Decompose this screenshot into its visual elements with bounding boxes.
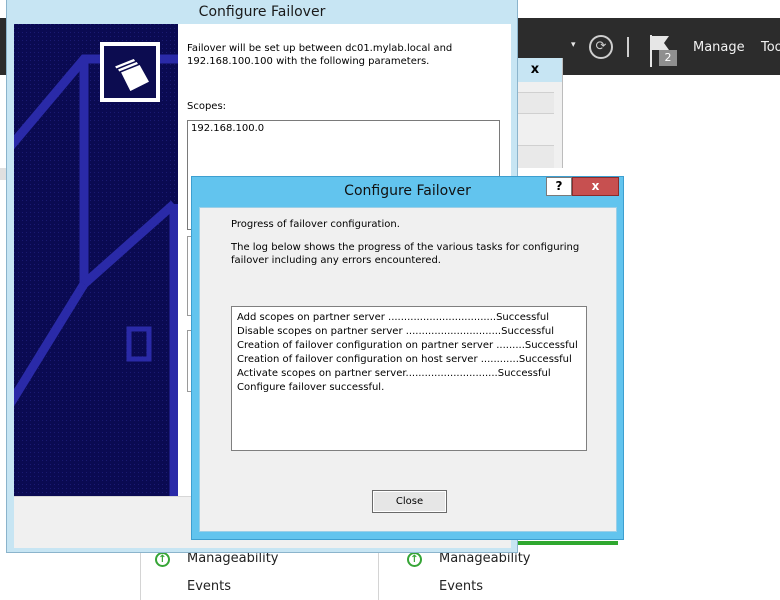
tile-manageability-link[interactable]: Manageability — [187, 551, 278, 566]
log-entry: Add scopes on partner server ...........… — [237, 312, 549, 323]
progress-heading: Progress of failover configuration. — [231, 219, 400, 230]
background-window-row — [518, 92, 554, 114]
close-button[interactable]: Close — [372, 490, 447, 513]
manageability-ok-icon: ↑ — [155, 552, 170, 567]
tile-events-link[interactable]: Events — [439, 579, 483, 594]
tile-manageability-link[interactable]: Manageability — [439, 551, 530, 566]
scopes-label: Scopes: — [187, 101, 227, 112]
progress-log-entries: Add scopes on partner server ...........… — [237, 311, 578, 395]
navigation-dropdown-arrow-icon[interactable]: ▾ — [571, 40, 576, 50]
background-window-close-button[interactable]: x — [520, 61, 550, 79]
wizard-title: Configure Failover — [198, 4, 326, 20]
background-window-fragment — [0, 146, 6, 160]
notification-count-badge: 2 — [659, 50, 677, 66]
log-entry: Activate scopes on partner server.......… — [237, 368, 551, 379]
tools-menu[interactable]: Too — [761, 40, 780, 55]
log-entry: Configure failover successful. — [237, 382, 385, 393]
tile-events-link[interactable]: Events — [187, 579, 231, 594]
log-entry: Creation of failover configuration on ho… — [237, 354, 572, 365]
log-entry: Creation of failover configuration on pa… — [237, 340, 578, 351]
background-window-fragment — [0, 168, 6, 180]
toolbar-separator — [627, 37, 629, 57]
close-window-button[interactable]: x — [572, 177, 619, 196]
help-button[interactable]: ? — [546, 177, 572, 196]
manage-menu[interactable]: Manage — [693, 40, 745, 55]
background-window-row — [518, 145, 554, 168]
folders-icon — [104, 46, 156, 98]
wizard-intro-text: Failover will be set up between dc01.myl… — [187, 43, 453, 67]
refresh-icon[interactable]: ⟳ — [589, 35, 613, 59]
manageability-ok-icon: ↑ — [407, 552, 422, 567]
scope-list-item[interactable]: 192.168.100.0 — [191, 123, 264, 134]
log-entry: Disable scopes on partner server .......… — [237, 326, 554, 337]
progress-description: The log below shows the progress of the … — [231, 242, 580, 266]
